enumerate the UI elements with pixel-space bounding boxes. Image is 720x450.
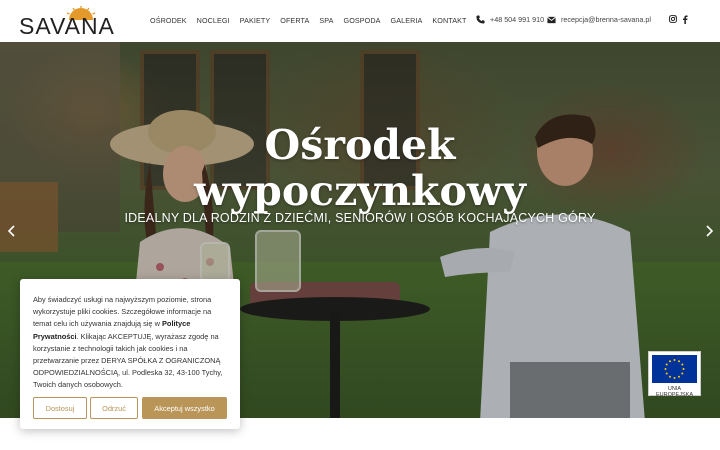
cookie-consent-dialog: Aby świadczyć usługi na najwyższym pozio… (20, 279, 240, 429)
email-link[interactable]: recepcja@brenna-savana.pl (547, 15, 651, 24)
nav-item-spa[interactable]: SPA (319, 16, 333, 25)
phone-icon (476, 15, 485, 24)
site-header: SAVANA OŚRODEK NOCLEGI PAKIETY OFERTA SP… (0, 0, 720, 42)
accept-all-cookies-button[interactable]: Akceptuj wszystko (142, 397, 227, 419)
slider-prev-arrow-icon[interactable] (6, 224, 18, 238)
instagram-link[interactable] (669, 15, 677, 23)
mail-icon (547, 16, 556, 23)
hero-title-line-2: wypoczynkowy (194, 167, 526, 215)
nav-item-kontakt[interactable]: KONTAKT (432, 16, 466, 25)
reject-cookies-button[interactable]: Odrzuć (90, 397, 138, 419)
logo[interactable]: SAVANA (19, 6, 119, 39)
phone-number: +48 504 991 910 (490, 15, 545, 24)
nav-item-osrodek[interactable]: OŚRODEK (150, 16, 187, 25)
nav-item-oferta[interactable]: OFERTA (280, 16, 309, 25)
nav-item-noclegi[interactable]: NOCLEGI (197, 16, 230, 25)
phone-link[interactable]: +48 504 991 910 (476, 15, 544, 24)
nav-item-pakiety[interactable]: PAKIETY (240, 16, 271, 25)
facebook-icon (683, 15, 688, 24)
facebook-link[interactable] (682, 15, 688, 24)
slider-next-arrow-icon[interactable] (703, 224, 715, 238)
hero-title-line-1: Ośrodek (264, 121, 456, 169)
eu-badge-label: UNIA EUROPEJSKA (656, 386, 693, 398)
customize-cookies-button[interactable]: Dostosuj (33, 397, 87, 419)
email-address: recepcja@brenna-savana.pl (561, 15, 652, 24)
hero-subtitle: IDEALNY DLA RODZIN Z DZIEĆMI, SENIORÓW I… (124, 211, 596, 225)
eu-flag-icon (652, 355, 697, 383)
eu-stars-icon (664, 359, 685, 379)
cookie-consent-text: Aby świadczyć usługi na najwyższym pozio… (33, 294, 231, 392)
main-nav: OŚRODEK NOCLEGI PAKIETY OFERTA SPA GOSPO… (150, 16, 477, 25)
nav-item-gospoda[interactable]: GOSPODA (344, 16, 381, 25)
logo-text: SAVANA (19, 13, 115, 39)
eu-badge[interactable]: UNIA EUROPEJSKA (648, 351, 701, 398)
instagram-icon (669, 15, 677, 23)
nav-item-galeria[interactable]: GALERIA (391, 16, 423, 25)
hero-title: Ośrodek wypoczynkowy (0, 122, 720, 214)
